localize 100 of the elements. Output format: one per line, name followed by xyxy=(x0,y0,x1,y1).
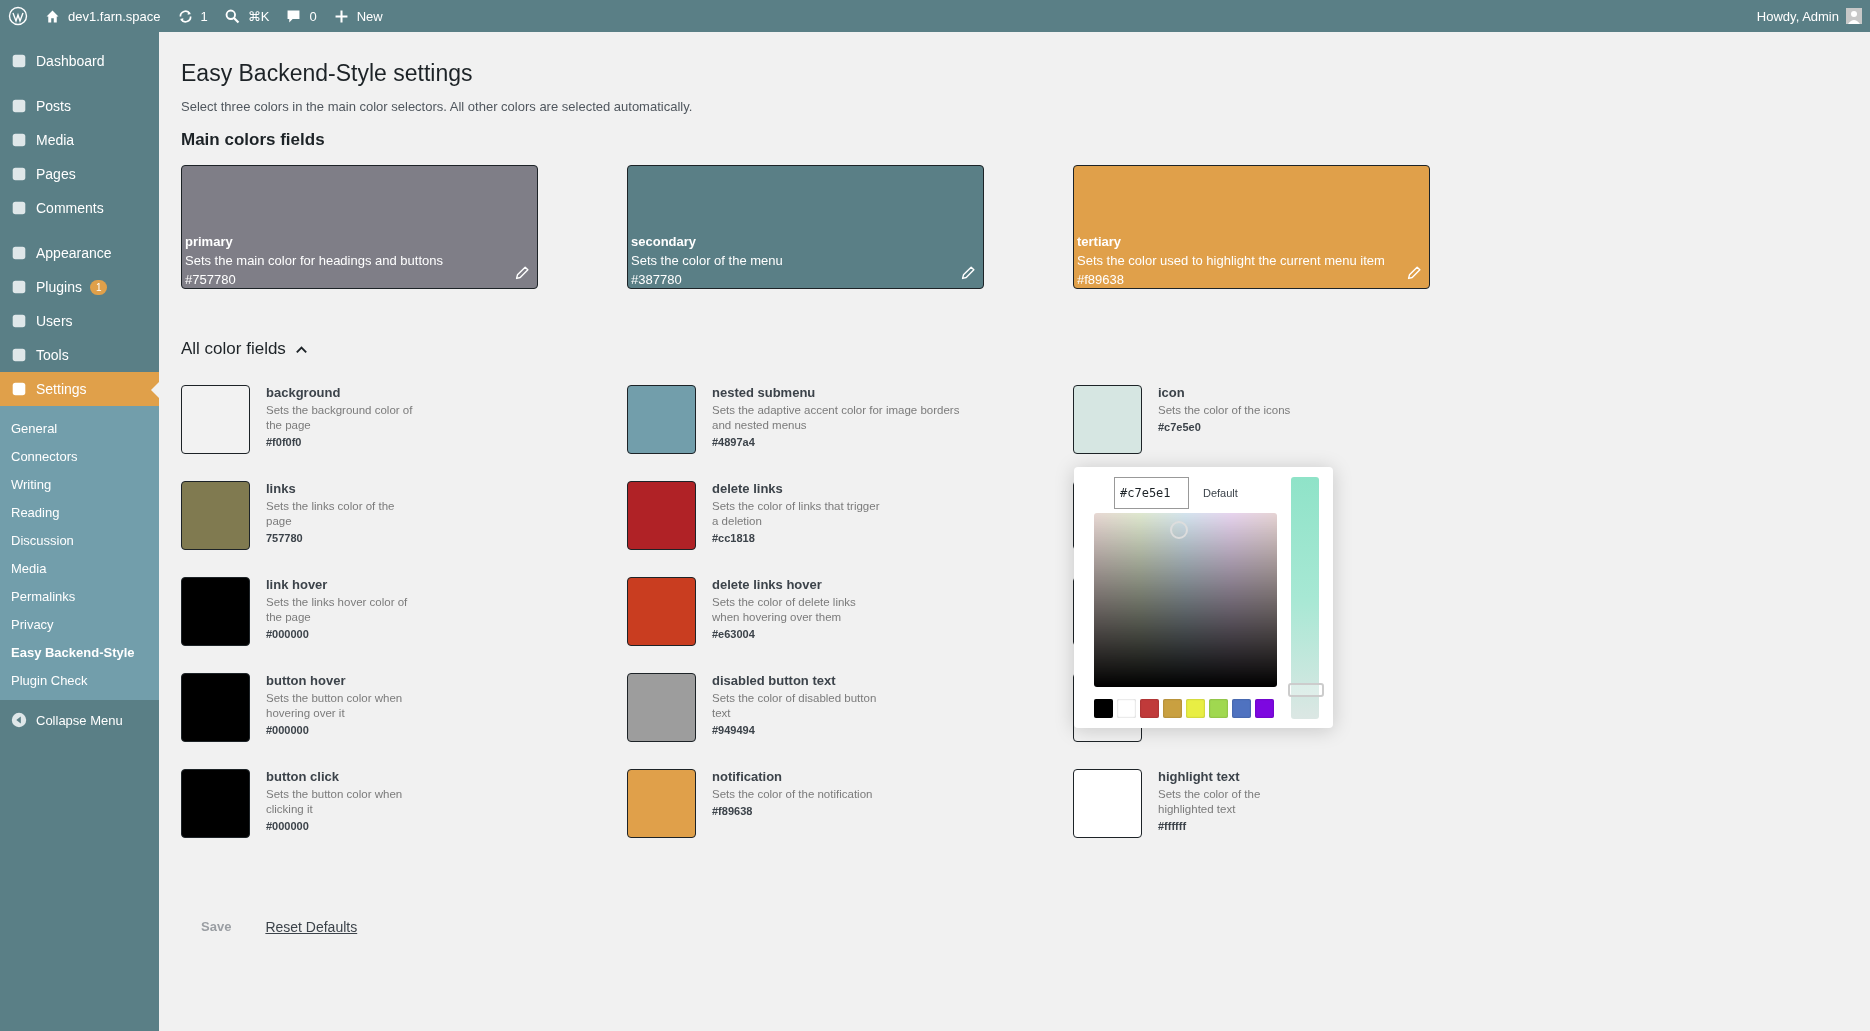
search-icon xyxy=(223,7,241,25)
color-swatch[interactable] xyxy=(627,481,696,550)
card-description: Sets the main color for headings and buttons xyxy=(185,253,444,268)
color-swatch[interactable] xyxy=(627,577,696,646)
card-value: #757780 xyxy=(185,272,237,287)
reset-defaults-link[interactable]: Reset Defaults xyxy=(265,918,358,935)
arrow-left-icon xyxy=(10,711,28,729)
color-swatch[interactable] xyxy=(181,673,250,742)
color-swatch[interactable] xyxy=(627,673,696,742)
submenu-item[interactable]: Writing xyxy=(0,470,159,498)
submenu-item[interactable]: Reading xyxy=(0,498,159,526)
intro-text: Select three colors in the main color selectors. All other colors are selected automatically. xyxy=(181,99,694,114)
color-card[interactable]: tertiary Sets the color used to highlight the current menu item #f89638 xyxy=(1073,165,1430,289)
submenu-item[interactable]: General xyxy=(0,414,159,442)
field-description: Sets the color of links that trigger a deletion xyxy=(712,499,881,529)
slider-thumb[interactable] xyxy=(1288,682,1324,697)
field-label: delete links xyxy=(712,481,784,496)
site-link[interactable]: dev1.farn.space xyxy=(44,7,161,25)
card-description: Sets the color of the menu xyxy=(631,253,784,268)
logo-icon[interactable] xyxy=(8,6,28,26)
color-swatch[interactable] xyxy=(1073,385,1142,454)
field-label: disabled button text xyxy=(712,673,837,688)
field-description: Sets the links hover color of the page xyxy=(266,595,409,625)
color-swatch[interactable] xyxy=(627,769,696,838)
color-swatch[interactable] xyxy=(627,385,696,454)
field-value: #c7e5e0 xyxy=(1158,421,1202,433)
field-value: #000000 xyxy=(266,628,310,640)
color-swatch[interactable] xyxy=(181,769,250,838)
menu-item[interactable]: Comments xyxy=(0,191,159,225)
menu-item[interactable]: Users xyxy=(0,304,159,338)
field-description: Sets the color of the notification xyxy=(712,787,874,802)
section-toggle[interactable]: All color fields xyxy=(181,339,309,359)
submenu-item[interactable]: Plugin Check xyxy=(0,666,159,694)
menu-item[interactable]: Media xyxy=(0,123,159,157)
updates-link[interactable]: 1 xyxy=(176,7,208,25)
menu-item[interactable]: Pages xyxy=(0,157,159,191)
field-label: nested submenu xyxy=(712,385,817,400)
color-gradient-area[interactable] xyxy=(1094,512,1277,687)
field-value: #4897a4 xyxy=(712,436,756,448)
menu-item[interactable]: Settings xyxy=(0,372,159,406)
new-link[interactable]: New xyxy=(332,7,383,25)
search-link[interactable]: ⌘K xyxy=(223,7,270,25)
card-value: #f89638 xyxy=(1077,272,1125,287)
default-button[interactable]: Default xyxy=(1197,486,1244,501)
hex-input[interactable]: #c7e5e1 xyxy=(1114,477,1189,510)
pencil-icon[interactable] xyxy=(513,264,531,282)
submenu-item[interactable]: Permalinks xyxy=(0,582,159,610)
color-swatch[interactable] xyxy=(181,385,250,454)
field-value: #949494 xyxy=(712,724,756,736)
palette-swatch[interactable] xyxy=(1232,699,1251,718)
field-value: #e63004 xyxy=(712,628,756,640)
palette-swatch[interactable] xyxy=(1140,699,1159,718)
field-label: button hover xyxy=(266,673,347,688)
submenu-item[interactable]: Media xyxy=(0,554,159,582)
menu-item[interactable]: Dashboard xyxy=(0,44,159,78)
color-swatch[interactable] xyxy=(1073,769,1142,838)
card-label: primary xyxy=(185,234,234,249)
avatar-icon xyxy=(1846,8,1862,24)
account-link[interactable]: Howdy, Admin xyxy=(1756,8,1862,24)
field-label: button click xyxy=(266,769,340,784)
field-label: notification xyxy=(712,769,784,784)
palette-swatch[interactable] xyxy=(1163,699,1182,718)
field-description: Sets the color of delete links when hovering over them xyxy=(712,595,857,625)
submenu-item[interactable]: Discussion xyxy=(0,526,159,554)
field-description: Sets the color of the highlighted text xyxy=(1158,787,1262,817)
palette-swatch[interactable] xyxy=(1117,699,1136,718)
field-label: link hover xyxy=(266,577,329,592)
palette-swatch[interactable] xyxy=(1186,699,1205,718)
color-card[interactable]: secondary Sets the color of the menu #387780 xyxy=(627,165,984,289)
field-label: highlight text xyxy=(1158,769,1241,784)
palette-swatch[interactable] xyxy=(1094,699,1113,718)
collapse-menu-button[interactable]: Collapse Menu xyxy=(0,703,159,737)
picker-handle[interactable] xyxy=(1170,520,1188,539)
comments-link[interactable]: 0 xyxy=(285,7,317,25)
palette-swatch[interactable] xyxy=(1209,699,1228,718)
menu-item[interactable]: Plugins 1 xyxy=(0,270,159,304)
field-label: background xyxy=(266,385,342,400)
palette-swatch[interactable] xyxy=(1255,699,1274,718)
submenu-item[interactable]: Easy Backend-Style xyxy=(0,638,159,666)
menu-item[interactable]: Posts xyxy=(0,89,159,123)
card-description: Sets the color used to highlight the current menu item xyxy=(1077,253,1386,268)
field-value: #000000 xyxy=(266,724,310,736)
field-description: Sets the color of the icons xyxy=(1158,403,1292,418)
pencil-icon[interactable] xyxy=(1405,264,1423,282)
color-swatch[interactable] xyxy=(181,481,250,550)
submenu-item[interactable]: Connectors xyxy=(0,442,159,470)
field-description: Sets the links color of the page xyxy=(266,499,396,529)
color-swatch[interactable] xyxy=(181,577,250,646)
section-heading: Main colors fields xyxy=(181,130,326,150)
submenu-item[interactable]: Privacy xyxy=(0,610,159,638)
pencil-icon[interactable] xyxy=(959,264,977,282)
card-label: secondary xyxy=(631,234,698,249)
color-card[interactable]: primary Sets the main color for headings and buttons #757780 xyxy=(181,165,538,289)
page-title: Easy Backend-Style settings xyxy=(181,60,474,87)
field-value: #cc1818 xyxy=(712,532,756,544)
menu-item[interactable]: Appearance xyxy=(0,236,159,270)
field-value: #ffffff xyxy=(1158,820,1188,832)
card-label: tertiary xyxy=(1077,234,1123,249)
field-description: Sets the color of disabled button text xyxy=(712,691,878,721)
menu-item[interactable]: Tools xyxy=(0,338,159,372)
